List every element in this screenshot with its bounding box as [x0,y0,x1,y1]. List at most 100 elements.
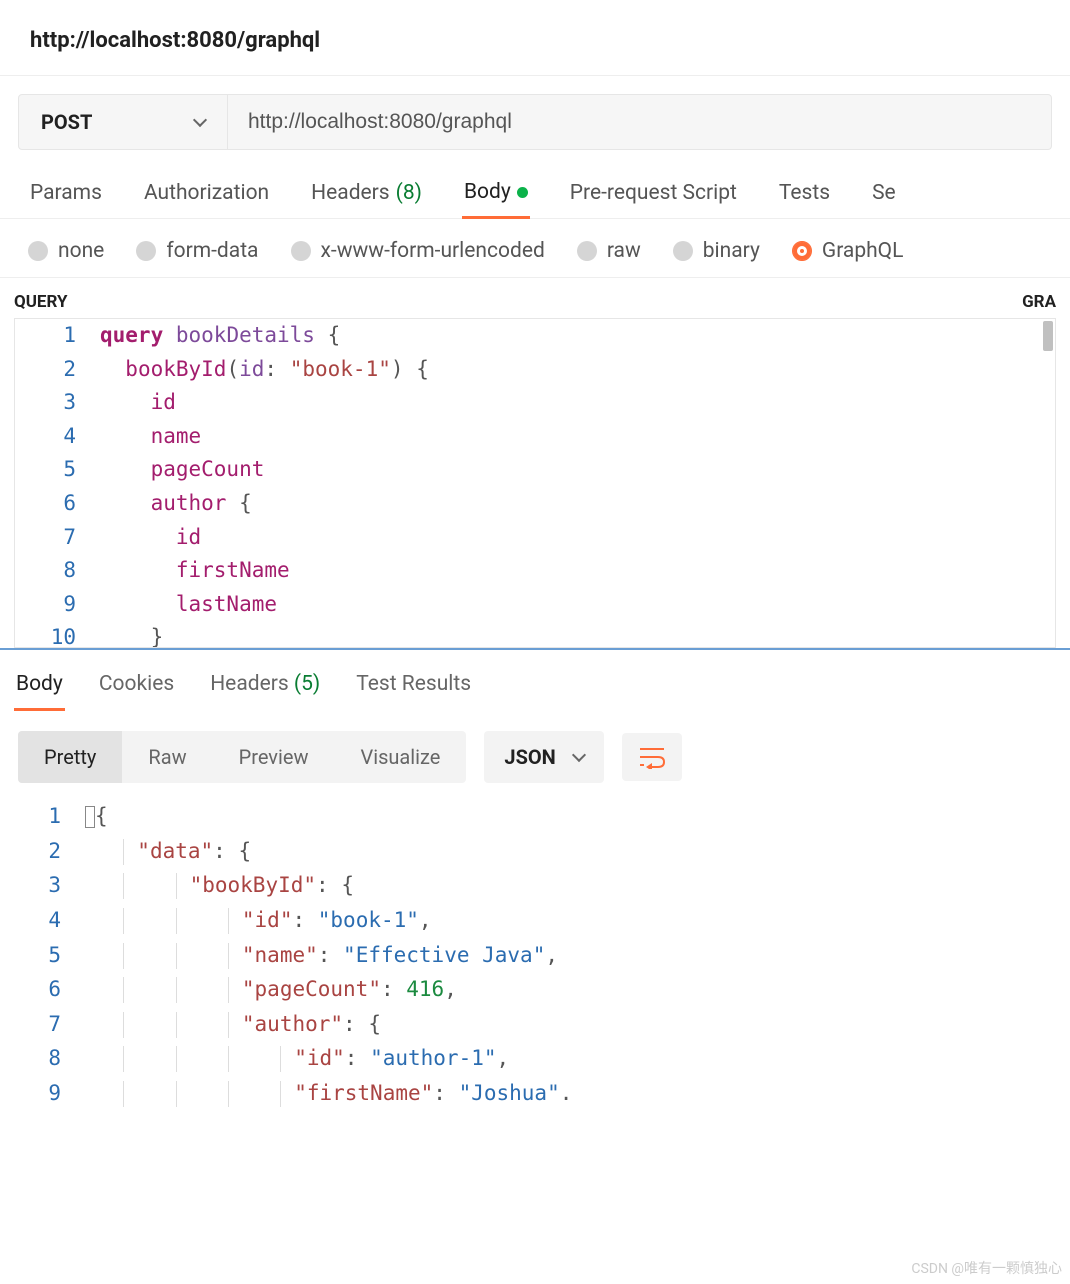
radio-icon [291,241,311,261]
response-tabs: Body Cookies Headers (5) Test Results [0,650,1070,719]
line-number: 1 [0,799,85,834]
code-content: "bookById": { [85,868,354,903]
code-content: id [100,521,201,555]
line-number: 4 [0,903,85,938]
watermark: CSDN @唯有一颗慎独心 [911,1258,1062,1278]
code-line: 6 author { [15,487,1055,521]
line-number: 8 [15,554,100,588]
view-raw[interactable]: Raw [122,731,212,783]
code-line: 6 "pageCount": 416, [0,972,1070,1007]
view-group: Pretty Raw Preview Visualize [18,731,466,783]
headers-count: (8) [396,181,422,205]
body-type-form-data[interactable]: form-data [136,239,258,263]
request-row: POST [0,76,1070,168]
code-content: } [100,621,163,648]
code-line: 8 "id": "author-1", [0,1041,1070,1076]
tab-prerequest[interactable]: Pre-request Script [568,168,739,218]
code-line: 10 } [15,621,1055,648]
body-type-xwww[interactable]: x-www-form-urlencoded [291,239,545,263]
code-content: "firstName": "Joshua". [85,1076,572,1111]
request-title: http://localhost:8080/graphql [0,0,1070,76]
code-line: 9 "firstName": "Joshua". [0,1076,1070,1111]
response-body[interactable]: 1{2 "data": {3 "bookById": {4 "id": "boo… [0,793,1070,1111]
url-input[interactable] [228,94,1052,150]
dot-indicator-icon [517,187,528,198]
line-number: 2 [0,834,85,869]
format-label: JSON [504,745,555,769]
code-content: "data": { [85,834,251,869]
code-line: 1query bookDetails { [15,319,1055,353]
line-number: 2 [15,353,100,387]
response-toolbar: Pretty Raw Preview Visualize JSON [0,719,1070,793]
view-preview[interactable]: Preview [213,731,335,783]
line-number: 3 [0,868,85,903]
tab-headers[interactable]: Headers (8) [309,168,424,218]
code-line: 3 id [15,386,1055,420]
code-line: 2 bookById(id: "book-1") { [15,353,1055,387]
body-type-binary[interactable]: binary [673,239,760,263]
body-type-raw[interactable]: raw [577,239,641,263]
line-number: 10 [15,621,100,648]
response-tab-headers-label: Headers [210,672,288,696]
response-tab-test-results[interactable]: Test Results [354,668,473,711]
code-content: query bookDetails { [100,319,340,353]
view-pretty[interactable]: Pretty [18,731,122,783]
scrollbar-thumb[interactable] [1043,321,1053,351]
body-type-label: GraphQL [822,239,904,263]
body-type-label: form-data [166,239,258,263]
response-tab-headers[interactable]: Headers (5) [208,668,322,711]
code-line: 4 "id": "book-1", [0,903,1070,938]
body-type-label: raw [607,239,641,263]
radio-icon [28,241,48,261]
line-number: 4 [15,420,100,454]
wrap-lines-icon [638,745,666,769]
view-visualize[interactable]: Visualize [334,731,466,783]
body-type-graphql[interactable]: GraphQL [792,239,904,263]
body-type-none[interactable]: none [28,239,104,263]
code-content: "name": "Effective Java", [85,938,558,973]
code-line: 4 name [15,420,1055,454]
line-number: 7 [15,521,100,555]
radio-icon [673,241,693,261]
query-label: QUERY [14,292,68,312]
line-number: 1 [15,319,100,353]
code-content: author { [100,487,252,521]
response-tab-body[interactable]: Body [14,668,65,711]
line-number: 6 [15,487,100,521]
line-number: 9 [15,588,100,622]
code-content: name [100,420,201,454]
code-line: 5 "name": "Effective Java", [0,938,1070,973]
code-line: 7 id [15,521,1055,555]
body-type-label: binary [703,239,760,263]
method-label: POST [41,110,92,134]
line-number: 3 [15,386,100,420]
tab-body[interactable]: Body [462,168,530,219]
line-number: 5 [15,453,100,487]
response-tab-cookies[interactable]: Cookies [97,668,176,711]
code-line: 2 "data": { [0,834,1070,869]
tab-params[interactable]: Params [28,168,104,218]
wrap-lines-button[interactable] [622,733,682,781]
code-content: { [85,799,108,834]
tab-headers-label: Headers [311,181,389,205]
method-select[interactable]: POST [18,94,228,150]
query-editor[interactable]: 1query bookDetails {2 bookById(id: "book… [14,318,1056,648]
request-tabs: Params Authorization Headers (8) Body Pr… [0,168,1070,219]
code-line: 7 "author": { [0,1007,1070,1042]
line-number: 5 [0,938,85,973]
code-line: 1{ [0,799,1070,834]
format-select[interactable]: JSON [484,731,603,783]
code-line: 3 "bookById": { [0,868,1070,903]
tab-settings[interactable]: Se [870,168,898,218]
radio-selected-icon [792,241,812,261]
code-line: 8 firstName [15,554,1055,588]
code-content: "author": { [85,1007,381,1042]
code-content: id [100,386,176,420]
code-content: lastName [100,588,277,622]
chevron-down-icon [572,748,586,762]
tab-tests[interactable]: Tests [777,168,832,218]
code-content: firstName [100,554,290,588]
tab-authorization[interactable]: Authorization [142,168,271,218]
code-content: pageCount [100,453,264,487]
code-content: "id": "author-1", [85,1041,509,1076]
